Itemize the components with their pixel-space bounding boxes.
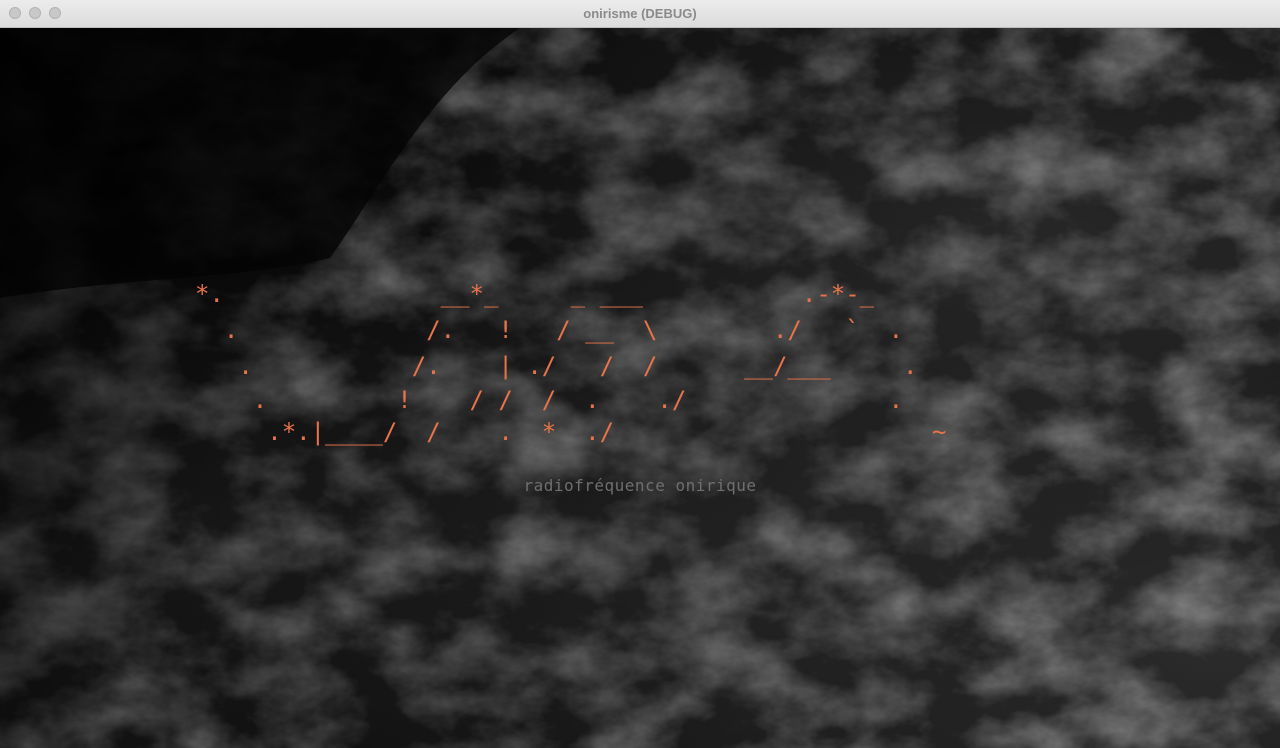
title-bar: onirisme (DEBUG) xyxy=(0,0,1280,28)
logo-line: . ! / / / . ./ . xyxy=(195,386,904,414)
tagline: radiofréquence onirique xyxy=(523,476,757,495)
logo-line: . /. ! / __ \ ./ ` . xyxy=(195,316,904,344)
app-window: onirisme (DEBUG) *. __*_ _ ___ .-*-_ . /… xyxy=(0,0,1280,748)
logo-line: *. __*_ _ ___ .-*-_ xyxy=(195,280,875,308)
window-title: onirisme (DEBUG) xyxy=(583,6,697,21)
logo-line: . /. | ./ / / __/___ . xyxy=(195,352,918,380)
main-canvas: *. __*_ _ ___ .-*-_ . /. ! / __ \ ./ ` .… xyxy=(0,28,1280,748)
logo-line: .*.|____/ / . * ./ ~ xyxy=(195,418,947,446)
onirisme-ascii-logo: *. __*_ _ ___ .-*-_ . /. ! / __ \ ./ ` .… xyxy=(0,28,1280,748)
